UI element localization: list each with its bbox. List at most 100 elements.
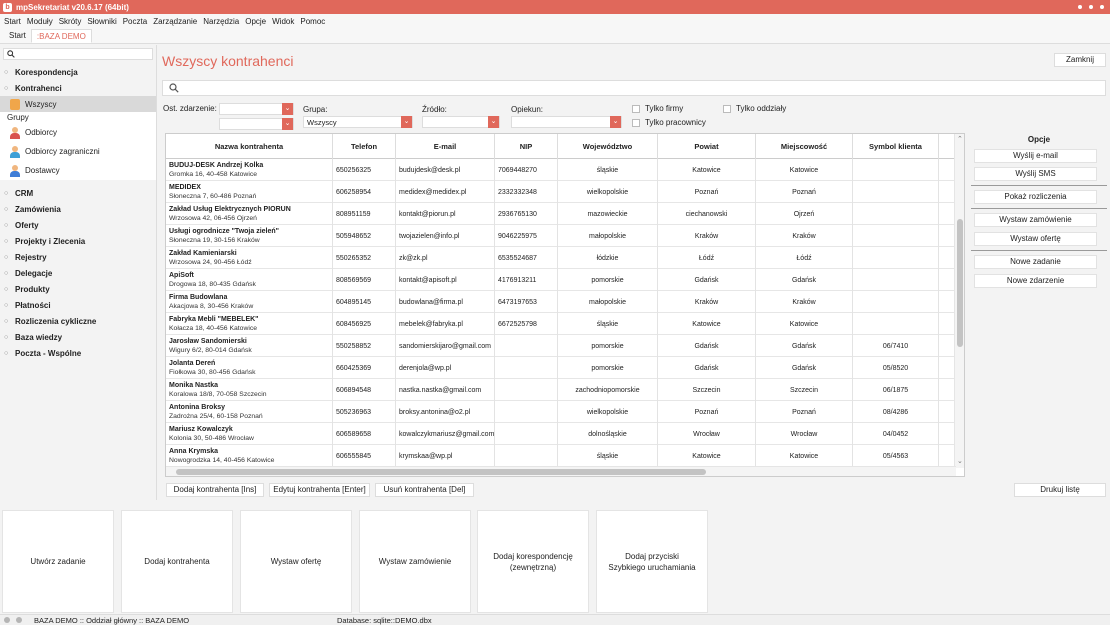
edit-contractor-button[interactable]: Edytuj kontrahenta [Enter]	[269, 483, 370, 497]
cell-miasto: Katowice	[756, 445, 853, 467]
zrodlo-select[interactable]: ⌄	[422, 116, 500, 128]
table-row[interactable]: Mariusz Kowalczyk Kolonia 30, 50-486 Wroc…	[166, 423, 956, 445]
contractor-name: Usługi ogrodnicze "Twoja zieleń"	[169, 228, 279, 235]
quick-create-order[interactable]: Wystaw zamówienie	[359, 510, 471, 613]
menu-skroty[interactable]: Skróty	[59, 17, 82, 26]
quick-create-task[interactable]: Utwórz zadanie	[2, 510, 114, 613]
cell-powiat: Kraków	[658, 291, 756, 313]
ost-zdarzenie-from-select[interactable]: ⌄	[219, 103, 294, 115]
vertical-scrollbar[interactable]: ⌃ ⌄	[954, 134, 964, 468]
table-row[interactable]: Usługi ogrodnicze "Twoja zieleń" Słoneczn…	[166, 225, 956, 247]
menu-pomoc[interactable]: Pomoc	[300, 17, 325, 26]
sidebar-item-wszyscy[interactable]: Wszyscy	[0, 96, 156, 112]
tylko-firmy-checkbox[interactable]: Tylko firmy	[632, 104, 683, 113]
cell-miasto: Wrocław	[756, 423, 853, 445]
create-order-button[interactable]: Wystaw zamówienie	[974, 213, 1097, 227]
tab-start[interactable]: Start	[4, 29, 31, 43]
menu-start[interactable]: Start	[4, 17, 21, 26]
close-button[interactable]: Zamknij	[1054, 53, 1106, 67]
create-offer-button[interactable]: Wystaw ofertę	[974, 232, 1097, 246]
col-symbol[interactable]: Symbol klienta	[853, 134, 939, 159]
col-miejscowosc[interactable]: Miejscowość	[756, 134, 853, 159]
scroll-thumb[interactable]	[957, 219, 963, 347]
menu-zarzadzanie[interactable]: Zarządzanie	[153, 17, 197, 26]
new-event-button[interactable]: Nowe zdarzenie	[974, 274, 1097, 288]
menu-moduly[interactable]: Moduły	[27, 17, 53, 26]
sidebar-group-dostawcy[interactable]: Dostawcy	[0, 161, 156, 180]
sidebar-section-delegacje[interactable]: ○ Delegacje	[0, 265, 156, 281]
sidebar-section-korespondencja[interactable]: ○ Korespondencja	[0, 64, 156, 80]
scroll-down-icon[interactable]: ⌄	[957, 457, 963, 465]
add-contractor-button[interactable]: Dodaj kontrahenta [Ins]	[166, 483, 264, 497]
quick-add-shortcuts[interactable]: Dodaj przyciski Szybkiego uruchamiania	[596, 510, 708, 613]
sidebar-section-poczta-wspolne[interactable]: ○ Poczta - Wspólne	[0, 345, 156, 361]
table-row[interactable]: Monika Nastka Koralowa 18/8, 70-058 Szcze…	[166, 379, 956, 401]
new-task-button[interactable]: Nowe zadanie	[974, 255, 1097, 269]
delete-contractor-button[interactable]: Usuń kontrahenta [Del]	[375, 483, 474, 497]
col-email[interactable]: E-mail	[396, 134, 495, 159]
maximize-dot-icon[interactable]	[1089, 5, 1093, 9]
sidebar-section-baza-wiedzy[interactable]: ○ Baza wiedzy	[0, 329, 156, 345]
tab-baza-demo[interactable]: :BAZA DEMO	[30, 29, 92, 43]
scroll-up-icon[interactable]: ⌃	[957, 135, 963, 143]
col-wojewodztwo[interactable]: Województwo	[558, 134, 658, 159]
table-row[interactable]: Antonina Broksy Zadrożna 25/4, 60-158 Poz…	[166, 401, 956, 423]
show-settlements-button[interactable]: Pokaż rozliczenia	[974, 190, 1097, 204]
tylko-pracownicy-checkbox[interactable]: Tylko pracownicy	[632, 118, 706, 127]
table-row[interactable]: Fabryka Mebli "MEBELEK" Kołacza 18, 40-45…	[166, 313, 956, 335]
sidebar-section-oferty[interactable]: ○ Oferty	[0, 217, 156, 233]
menu-poczta[interactable]: Poczta	[123, 17, 147, 26]
table-row[interactable]: MEDIDEX Słoneczna 7, 60-486 Poznań 6062589…	[166, 181, 956, 203]
send-email-button[interactable]: Wyślij e-mail	[974, 149, 1097, 163]
col-nazwa[interactable]: Nazwa kontrahenta	[166, 134, 333, 159]
table-row[interactable]: Anna Krymska Nowogrodzka 14, 40-456 Katow…	[166, 445, 956, 467]
sidebar-section-produkty[interactable]: ○ Produkty	[0, 281, 156, 297]
tylko-oddzialy-checkbox[interactable]: Tylko oddziały	[723, 104, 786, 113]
quick-add-contractor[interactable]: Dodaj kontrahenta	[121, 510, 233, 613]
cell-name: Antonina Broksy Zadrożna 25/4, 60-158 Poz…	[166, 401, 333, 423]
close-dot-icon[interactable]	[1100, 5, 1104, 9]
menu-opcje[interactable]: Opcje	[245, 17, 266, 26]
grupa-select[interactable]: Wszyscy ⌄	[303, 116, 413, 128]
menu-widok[interactable]: Widok	[272, 17, 294, 26]
table-row[interactable]: Zakład Kamieniarski Wrzosowa 24, 90-456 Ł…	[166, 247, 956, 269]
col-powiat[interactable]: Powiat	[658, 134, 756, 159]
sidebar-group-odbiorcy[interactable]: Odbiorcy	[0, 123, 156, 142]
table-row[interactable]: Jolanta Dereń Fiołkowa 30, 80-456 Gdańsk 6…	[166, 357, 956, 379]
col-telefon[interactable]: Telefon	[333, 134, 396, 159]
scroll-thumb[interactable]	[176, 469, 706, 475]
menu-slowniki[interactable]: Słowniki	[87, 17, 116, 26]
sidebar-section-projekty[interactable]: ○ Projekty i Zlecenia	[0, 233, 156, 249]
horizontal-scrollbar[interactable]	[166, 466, 956, 476]
print-list-button[interactable]: Drukuj listę	[1014, 483, 1106, 497]
sidebar-search[interactable]	[3, 48, 153, 60]
chevron-down-icon: ⌄	[282, 118, 293, 130]
sidebar-section-crm[interactable]: ○ CRM	[0, 185, 156, 201]
menu-narzedzia[interactable]: Narzędzia	[203, 17, 239, 26]
ost-zdarzenie-to-select[interactable]: ⌄	[219, 118, 294, 130]
quick-create-offer[interactable]: Wystaw ofertę	[240, 510, 352, 613]
sidebar-section-label: Kontrahenci	[15, 83, 62, 93]
table-row[interactable]: BUDUJ-DESK Andrzej Kolka Gromka 16, 40-45…	[166, 159, 956, 181]
opiekun-select[interactable]: ⌄	[511, 116, 622, 128]
checkbox-label: Tylko pracownicy	[645, 118, 706, 127]
table-row[interactable]: ApiSoft Drogowa 18, 80-435 Gdańsk 80856956…	[166, 269, 956, 291]
sidebar-group-odbiorcy-zagraniczni[interactable]: Odbiorcy zagraniczni	[0, 142, 156, 161]
search-input[interactable]	[162, 80, 1106, 96]
cell-tel: 606258954	[333, 181, 396, 203]
sidebar-section-zamowienia[interactable]: ○ Zamówienia	[0, 201, 156, 217]
table-row[interactable]: Firma Budowlana Akacjowa 8, 30-456 Kraków…	[166, 291, 956, 313]
col-nip[interactable]: NIP	[495, 134, 558, 159]
cell-email: derenjola@wp.pl	[396, 357, 495, 379]
minimize-dot-icon[interactable]	[1078, 5, 1082, 9]
sidebar-section-kontrahenci[interactable]: ○ Kontrahenci	[0, 80, 156, 96]
sidebar-section-rejestry[interactable]: ○ Rejestry	[0, 249, 156, 265]
table-row[interactable]: Jarosław Sandomierski Wigury 6/2, 80-014 …	[166, 335, 956, 357]
sidebar-section-rozliczenia[interactable]: ○ Rozliczenia cykliczne	[0, 313, 156, 329]
table-row[interactable]: Zakład Usług Elektrycznych PIORUN Wrzosow…	[166, 203, 956, 225]
cell-powiat: Katowice	[658, 313, 756, 335]
send-sms-button[interactable]: Wyślij SMS	[974, 167, 1097, 181]
sidebar-section-platnosci[interactable]: ○ Płatności	[0, 297, 156, 313]
quick-add-correspondence[interactable]: Dodaj korespondencję (zewnętrzną)	[477, 510, 589, 613]
chevron-icon: ○	[4, 317, 9, 325]
